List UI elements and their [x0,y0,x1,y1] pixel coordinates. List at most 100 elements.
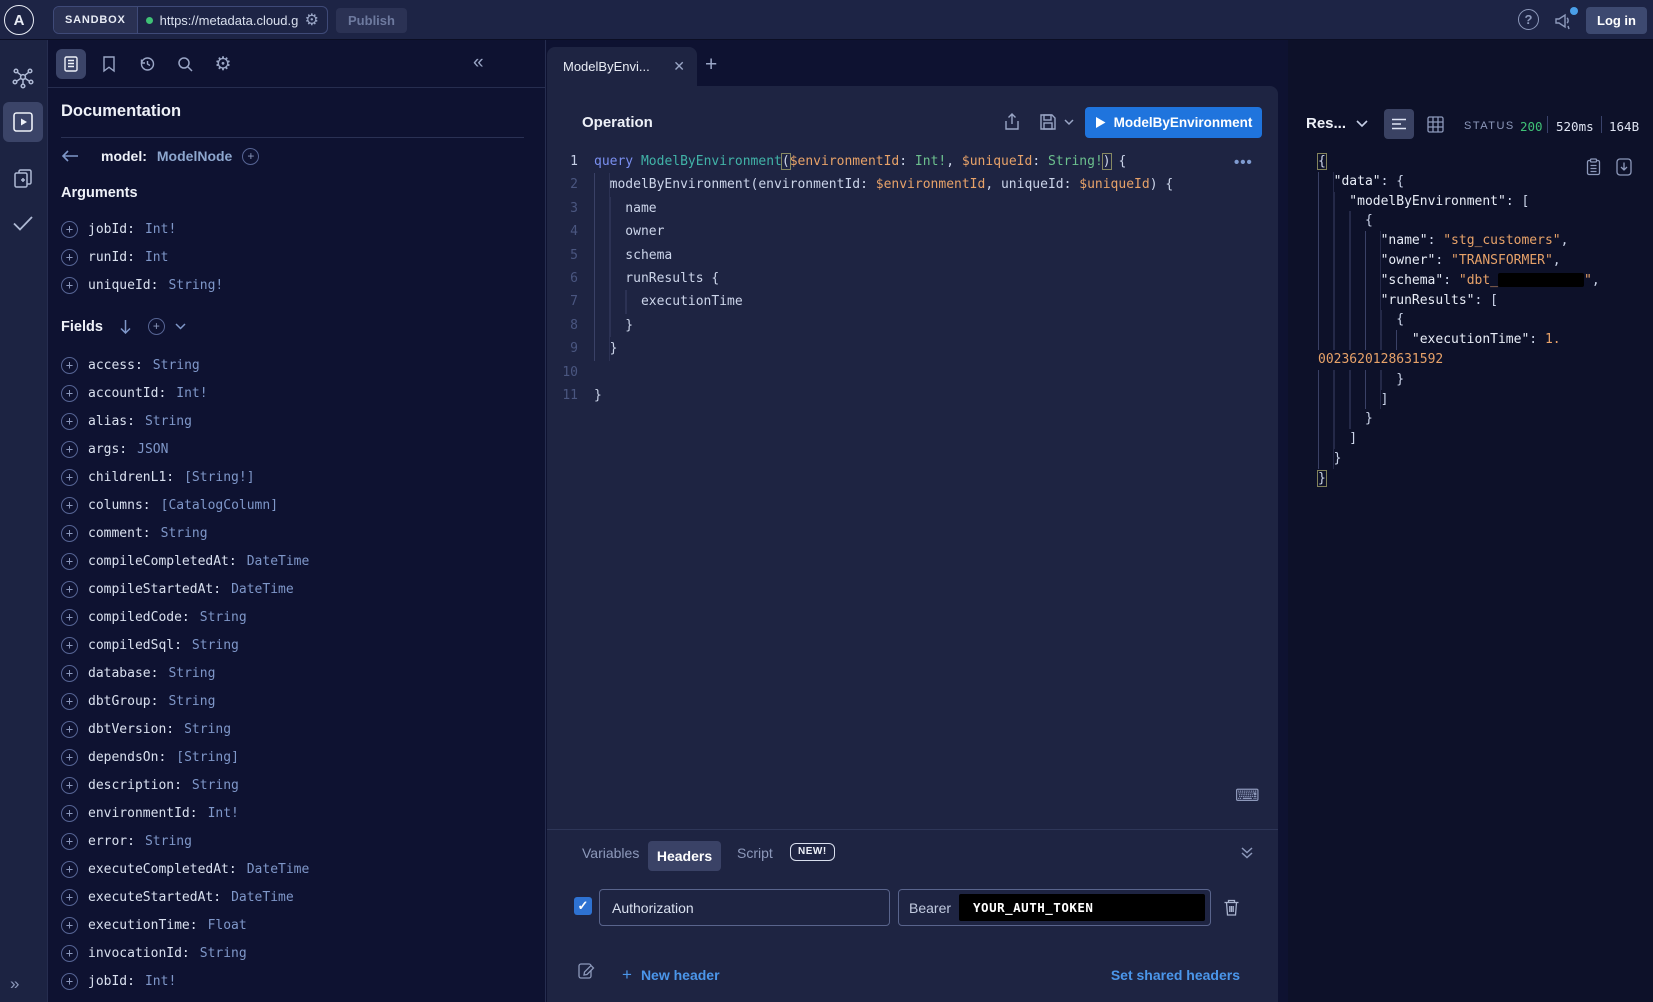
publish-button[interactable]: Publish [336,8,407,33]
doc-field-row[interactable]: +compiledCode: String [61,603,531,631]
add-field-to-query-button[interactable]: + [61,497,78,514]
add-field-to-query-button[interactable]: + [61,917,78,934]
field-type[interactable]: DateTime [231,582,294,597]
doc-field-row[interactable]: +dbtVersion: String [61,715,531,743]
breadcrumb-type-link[interactable]: ModelNode [157,148,232,164]
add-field-to-query-button[interactable]: + [61,581,78,598]
doc-field-row[interactable]: +compileStartedAt: DateTime [61,575,531,603]
field-type[interactable]: JSON [137,442,168,457]
add-field-to-query-button[interactable]: + [61,945,78,962]
history-icon[interactable] [132,49,162,79]
close-tab-icon[interactable]: ✕ [673,58,685,75]
add-field-to-query-button[interactable]: + [61,413,78,430]
field-type[interactable]: String [145,414,192,429]
header-key-input[interactable]: Authorization [599,889,890,926]
add-field-to-query-button[interactable]: + [61,249,78,266]
doc-field-row[interactable]: +childrenL1: [String!] [61,463,531,491]
endpoint-url-input[interactable]: https://metadata.cloud.get [160,13,298,28]
field-type[interactable]: String [145,834,192,849]
field-type[interactable]: Float [208,918,247,933]
doc-field-row[interactable]: +executeCompletedAt: DateTime [61,855,531,883]
field-type[interactable]: Int! [145,222,176,237]
add-field-to-query-button[interactable]: + [61,277,78,294]
share-operation-icon[interactable] [1002,112,1022,132]
add-field-to-query-button[interactable]: + [61,889,78,906]
new-tab-button[interactable]: + [705,53,717,77]
add-field-to-query-button[interactable]: + [61,805,78,822]
doc-field-row[interactable]: +jobId: Int! [61,215,521,243]
endpoint-settings-gear-icon[interactable]: ⚙ [305,10,319,30]
field-type[interactable]: String [192,778,239,793]
doc-field-row[interactable]: +columns: [CatalogColumn] [61,491,531,519]
field-type[interactable]: Int! [176,386,207,401]
auth-token-value[interactable]: YOUR_AUTH_TOKEN [959,894,1205,921]
response-view-raw-toggle[interactable] [1384,109,1414,139]
apollo-logo[interactable]: A [4,5,34,35]
response-json-viewer[interactable]: {"data": {"modelByEnvironment": [{"name"… [1318,152,1648,489]
login-button[interactable]: Log in [1586,7,1647,34]
search-icon[interactable] [170,49,200,79]
add-field-to-query-button[interactable]: + [61,637,78,654]
delete-header-icon[interactable] [1223,898,1240,917]
doc-field-row[interactable]: +args: JSON [61,435,531,463]
response-view-table-toggle[interactable] [1423,112,1447,136]
set-shared-headers-link[interactable]: Set shared headers [1111,967,1240,983]
save-operation-icon[interactable] [1038,112,1058,132]
doc-field-row[interactable]: +alias: String [61,407,531,435]
doc-field-row[interactable]: +compileCompletedAt: DateTime [61,547,531,575]
field-type[interactable]: [CatalogColumn] [161,498,278,513]
add-field-to-query-button[interactable]: + [61,609,78,626]
add-field-to-query-button[interactable]: + [61,693,78,710]
doc-field-row[interactable]: +dependsOn: [String] [61,743,531,771]
operation-tab[interactable]: ModelByEnvi... ✕ [547,47,697,86]
add-field-to-query-button[interactable]: + [61,553,78,570]
add-field-to-query-button[interactable]: + [61,385,78,402]
tab-variables[interactable]: Variables [582,845,639,861]
add-field-to-query-button[interactable]: + [61,861,78,878]
doc-field-row[interactable]: +invocationId: String [61,939,531,967]
doc-field-row[interactable]: +database: String [61,659,531,687]
documentation-tab-icon[interactable] [56,49,86,79]
fields-options-chevron-icon[interactable] [175,323,186,330]
doc-field-row[interactable]: +jobId: Int! [61,967,531,995]
bookmarks-icon[interactable] [94,49,124,79]
operation-code-editor[interactable]: 1query ModelByEnvironment($environmentId… [560,150,1260,407]
doc-field-row[interactable]: +accountId: Int! [61,379,531,407]
collapse-panel-icon[interactable]: « [473,53,484,73]
field-type[interactable]: String [168,666,215,681]
collapse-footer-icon[interactable] [1240,846,1254,860]
doc-field-row[interactable]: +runId: Int [61,243,521,271]
run-operation-button[interactable]: ModelByEnvironment [1085,107,1262,138]
add-all-fields-button[interactable]: + [148,318,165,335]
add-field-to-query-button[interactable]: + [61,721,78,738]
help-icon[interactable]: ? [1518,9,1539,30]
doc-field-row[interactable]: +description: String [61,771,531,799]
add-field-to-query-button[interactable]: + [61,221,78,238]
field-type[interactable]: DateTime [231,890,294,905]
save-options-chevron-icon[interactable] [1064,119,1074,126]
field-type[interactable]: String [168,694,215,709]
add-field-to-query-button[interactable]: + [61,525,78,542]
header-enabled-checkbox[interactable]: ✓ [574,897,592,915]
new-header-button[interactable]: + New header [622,965,720,985]
response-dropdown-chevron-icon[interactable] [1356,120,1368,128]
add-field-button[interactable]: + [242,148,259,165]
keyboard-shortcuts-icon[interactable]: ⌨ [1235,786,1260,806]
schema-graph-icon[interactable] [3,58,43,98]
field-type[interactable]: String [184,722,231,737]
field-type[interactable]: DateTime [247,554,310,569]
field-type[interactable]: Int! [208,806,239,821]
header-value-input[interactable]: Bearer YOUR_AUTH_TOKEN [898,889,1211,926]
back-arrow-icon[interactable] [61,149,79,163]
checks-icon[interactable] [3,203,43,243]
add-field-to-query-button[interactable]: + [61,973,78,990]
add-field-to-query-button[interactable]: + [61,357,78,374]
sort-fields-icon[interactable] [119,319,132,334]
field-type[interactable]: String [161,526,208,541]
add-field-to-query-button[interactable]: + [61,469,78,486]
field-type[interactable]: [String] [176,750,239,765]
field-type[interactable]: String [200,946,247,961]
add-field-to-query-button[interactable]: + [61,777,78,794]
settings-gear-icon[interactable]: ⚙ [208,49,238,79]
add-field-to-query-button[interactable]: + [61,833,78,850]
